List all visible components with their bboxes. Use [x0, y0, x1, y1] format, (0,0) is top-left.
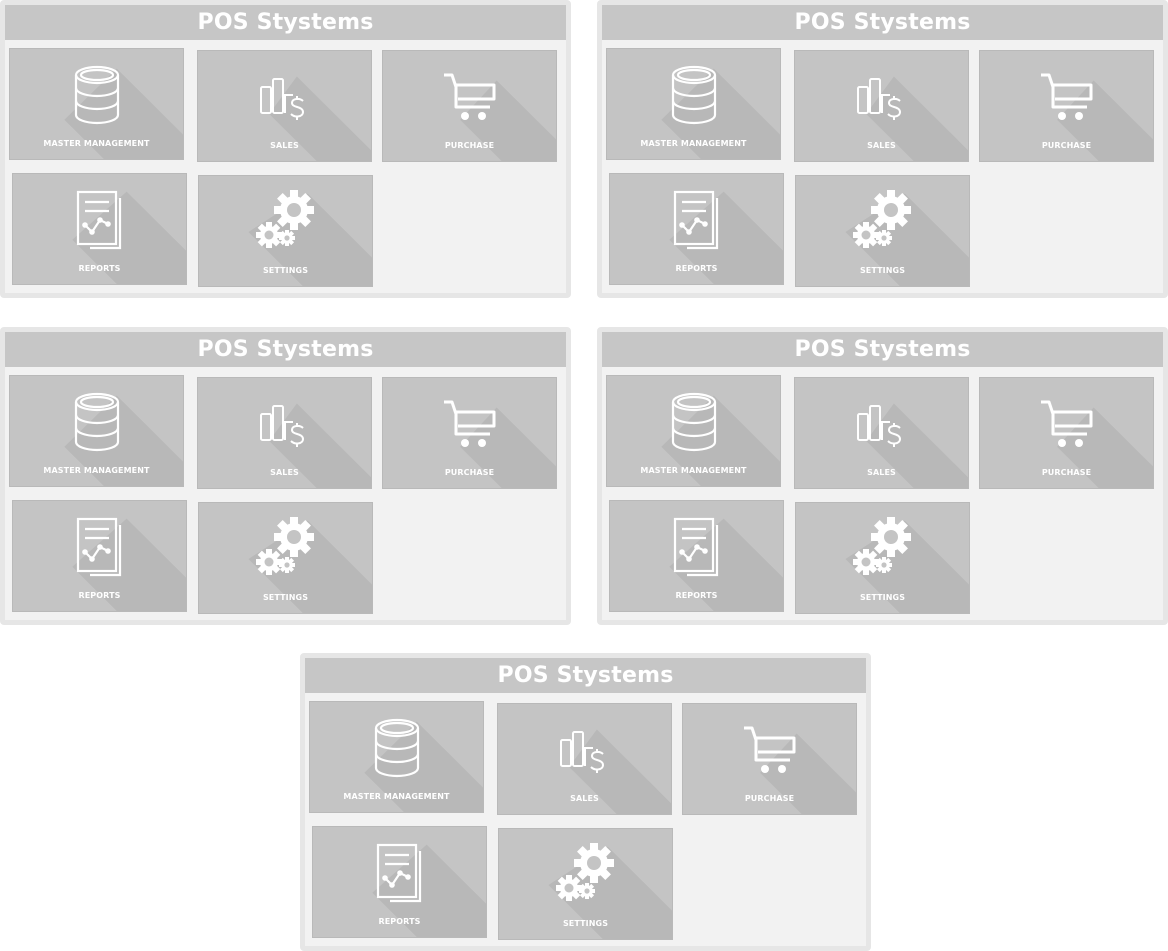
pos-panel-2: POS Stystems MASTER MANAGEMENT SALES PUR… — [597, 0, 1168, 298]
sales-chart-dollar-icon — [259, 78, 304, 120]
tile-settings[interactable]: SETTINGS — [795, 175, 970, 287]
shopping-cart-icon — [1040, 400, 1092, 447]
tile-reports[interactable]: REPORTS — [609, 173, 784, 285]
tile-label: SETTINGS — [859, 266, 906, 275]
tile-reports[interactable]: REPORTS — [12, 173, 187, 285]
tile-purchase[interactable]: PURCHASE — [682, 703, 857, 815]
panel-header: POS Stystems — [5, 5, 566, 40]
tile-sales[interactable]: SALES — [197, 50, 372, 162]
panel-title: POS Stystems — [197, 337, 374, 362]
gears-icon — [255, 517, 314, 575]
pos-panel-5: POS Stystems MASTER MANAGEMENT SALES PUR… — [300, 653, 871, 951]
tile-label: SALES — [270, 468, 299, 477]
panel-title: POS Stystems — [197, 10, 374, 35]
tile-master-management[interactable]: MASTER MANAGEMENT — [606, 48, 781, 160]
tile-label: MASTER MANAGEMENT — [640, 139, 747, 148]
tile-reports[interactable]: REPORTS — [312, 826, 487, 938]
database-icon — [74, 65, 119, 125]
tile-master-management[interactable]: MASTER MANAGEMENT — [9, 375, 184, 487]
tile-purchase[interactable]: PURCHASE — [979, 50, 1154, 162]
pos-panel-4: POS Stystems MASTER MANAGEMENT SALES PUR… — [597, 327, 1168, 625]
tile-label: REPORTS — [675, 591, 718, 600]
tile-label: PURCHASE — [1041, 468, 1092, 477]
shopping-cart-icon — [743, 726, 795, 773]
panel-header: POS Stystems — [602, 332, 1163, 367]
tile-label: REPORTS — [378, 917, 421, 926]
sales-chart-dollar-icon — [259, 405, 304, 447]
tile-settings[interactable]: SETTINGS — [198, 502, 373, 614]
tile-master-management[interactable]: MASTER MANAGEMENT — [309, 701, 484, 813]
report-document-icon — [376, 843, 421, 903]
tile-label: SALES — [867, 141, 896, 150]
shopping-cart-icon — [443, 400, 495, 447]
tile-settings[interactable]: SETTINGS — [795, 502, 970, 614]
tile-sales[interactable]: SALES — [794, 377, 969, 489]
tile-label: SETTINGS — [262, 593, 309, 602]
tile-purchase[interactable]: PURCHASE — [382, 50, 557, 162]
tile-label: SETTINGS — [859, 593, 906, 602]
sales-chart-dollar-icon — [559, 731, 604, 773]
database-icon — [374, 718, 419, 778]
shopping-cart-icon — [1040, 73, 1092, 120]
tile-label: PURCHASE — [444, 468, 495, 477]
tile-reports[interactable]: REPORTS — [609, 500, 784, 612]
tile-master-management[interactable]: MASTER MANAGEMENT — [606, 375, 781, 487]
tile-label: REPORTS — [78, 264, 121, 273]
tile-label: PURCHASE — [744, 794, 795, 803]
tile-master-management[interactable]: MASTER MANAGEMENT — [9, 48, 184, 160]
tile-sales[interactable]: SALES — [497, 703, 672, 815]
panel-title: POS Stystems — [794, 337, 971, 362]
database-icon — [671, 392, 716, 452]
tile-settings[interactable]: SETTINGS — [198, 175, 373, 287]
tile-label: PURCHASE — [444, 141, 495, 150]
tile-purchase[interactable]: PURCHASE — [382, 377, 557, 489]
sales-chart-dollar-icon — [856, 405, 901, 447]
tile-label: MASTER MANAGEMENT — [43, 139, 150, 148]
report-document-icon — [673, 517, 718, 577]
tile-label: SALES — [570, 794, 599, 803]
tile-label: REPORTS — [675, 264, 718, 273]
tile-label: MASTER MANAGEMENT — [343, 792, 450, 801]
panel-header: POS Stystems — [5, 332, 566, 367]
tile-label: MASTER MANAGEMENT — [43, 466, 150, 475]
sales-chart-dollar-icon — [856, 78, 901, 120]
panel-title: POS Stystems — [794, 10, 971, 35]
pos-panel-3: POS Stystems MASTER MANAGEMENT SALES PUR… — [0, 327, 571, 625]
shopping-cart-icon — [443, 73, 495, 120]
gears-icon — [555, 843, 614, 901]
tile-label: SETTINGS — [562, 919, 609, 928]
tile-label: SETTINGS — [262, 266, 309, 275]
database-icon — [671, 65, 716, 125]
tile-label: SALES — [270, 141, 299, 150]
tile-sales[interactable]: SALES — [197, 377, 372, 489]
tile-purchase[interactable]: PURCHASE — [979, 377, 1154, 489]
gears-icon — [255, 190, 314, 248]
tile-label: PURCHASE — [1041, 141, 1092, 150]
tile-label: SALES — [867, 468, 896, 477]
database-icon — [74, 392, 119, 452]
gears-icon — [852, 517, 911, 575]
tile-settings[interactable]: SETTINGS — [498, 828, 673, 940]
tile-sales[interactable]: SALES — [794, 50, 969, 162]
report-document-icon — [673, 190, 718, 250]
tile-reports[interactable]: REPORTS — [12, 500, 187, 612]
report-document-icon — [76, 190, 121, 250]
panel-header: POS Stystems — [305, 658, 866, 693]
panel-header: POS Stystems — [602, 5, 1163, 40]
tile-label: REPORTS — [78, 591, 121, 600]
pos-panel-1: POS Stystems MASTER MANAGEMENT SALES PUR… — [0, 0, 571, 298]
report-document-icon — [76, 517, 121, 577]
panel-title: POS Stystems — [497, 663, 674, 688]
tile-label: MASTER MANAGEMENT — [640, 466, 747, 475]
gears-icon — [852, 190, 911, 248]
